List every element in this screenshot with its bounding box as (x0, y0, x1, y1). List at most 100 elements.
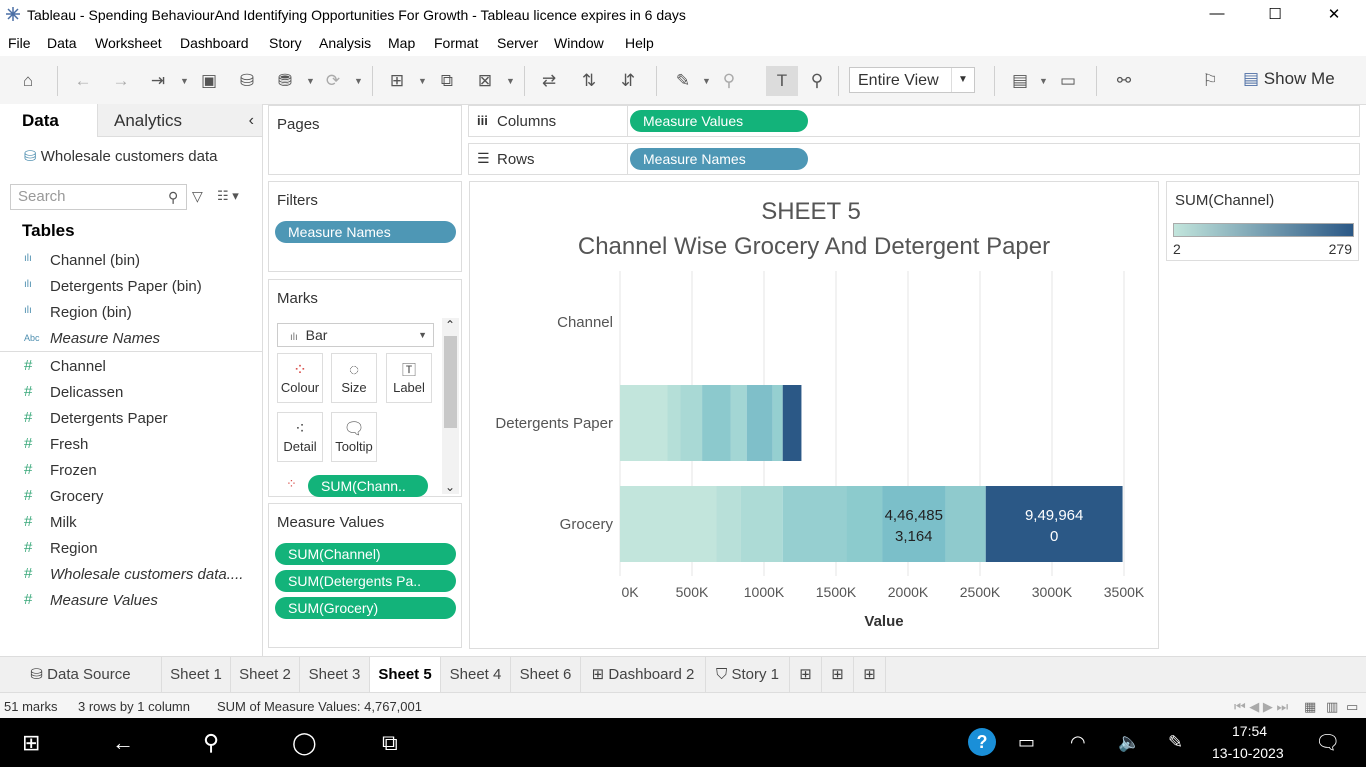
columns-pill-measure-values[interactable]: Measure Values (630, 110, 808, 132)
bar-segment[interactable] (782, 385, 802, 461)
marks-scrollbar[interactable]: ⌃ ⌄ (442, 318, 459, 494)
sort-ascending-icon[interactable]: ⇅ (578, 70, 600, 92)
sort-descending-icon[interactable]: ⇵ (617, 70, 639, 92)
menu-dashboard[interactable]: Dashboard (180, 35, 249, 51)
scroll-down-icon[interactable]: ⌄ (445, 480, 455, 494)
field-channel[interactable]: # Channel (0, 354, 262, 380)
tab-sheet-5[interactable]: Sheet 5 (370, 657, 441, 693)
help-icon[interactable]: ? (968, 728, 996, 756)
scroll-up-icon[interactable]: ⌃ (445, 318, 455, 332)
menu-worksheet[interactable]: Worksheet (95, 35, 162, 51)
search-input[interactable]: Search (10, 184, 187, 210)
menu-analysis[interactable]: Analysis (319, 35, 371, 51)
menu-map[interactable]: Map (388, 35, 415, 51)
collapse-pane-icon[interactable]: ‹ (249, 104, 254, 138)
size-button[interactable]: ◌ Size (331, 353, 377, 403)
clock-date[interactable]: 13-10-2023 (1212, 745, 1284, 761)
close-button[interactable]: ✕ (1319, 5, 1349, 25)
presentation-mode-icon[interactable]: ▭ (1057, 70, 1079, 92)
menu-window[interactable]: Window (554, 35, 604, 51)
pen-icon[interactable]: ✎ (1168, 732, 1183, 753)
tab-sheet-4[interactable]: Sheet 4 (441, 657, 511, 693)
colour-button[interactable]: ⁘ Colour (277, 353, 323, 403)
view-options-icon[interactable]: ☷ ▾ (217, 188, 239, 204)
new-worksheet-icon[interactable]: ⊞ (386, 70, 408, 92)
colour-legend[interactable]: SUM(Channel) 2 279 (1166, 181, 1359, 261)
tab-dashboard-2[interactable]: ⊞ Dashboard 2 (581, 657, 706, 693)
label-button[interactable]: 🅃 Label (386, 353, 432, 403)
tab-sheet-1[interactable]: Sheet 1 (162, 657, 231, 693)
sheet-nav-icon[interactable]: ⏮ ◀ ▶ ⏭ (1234, 699, 1288, 715)
refresh-dropdown-icon[interactable]: ▼ (354, 76, 363, 86)
new-datasource-icon[interactable]: ⛁ (236, 70, 258, 92)
field-detergents-paper[interactable]: # Detergents Paper (0, 406, 262, 432)
clock-time[interactable]: 17:54 (1232, 723, 1267, 739)
clear-dropdown-icon[interactable]: ▼ (506, 76, 515, 86)
bar-segment[interactable] (702, 385, 731, 461)
field-grocery[interactable]: # Grocery (0, 484, 262, 510)
highlight-icon[interactable]: ✎ (672, 70, 694, 92)
bar-segment[interactable] (620, 486, 717, 562)
tabs-view-icon[interactable]: ▭ (1346, 699, 1358, 715)
marks-pill-sum-channel[interactable]: SUM(Chann.. (308, 475, 428, 497)
swap-rows-columns-icon[interactable]: ⇄ (538, 70, 560, 92)
field-wholesale-count[interactable]: # Wholesale customers data.... (0, 562, 262, 588)
group-members-icon[interactable]: ⚲ (718, 70, 740, 92)
menu-server[interactable]: Server (497, 35, 538, 51)
rows-shelf[interactable]: ☰ Rows Measure Names (468, 143, 1360, 175)
new-worksheet-tab-icon[interactable]: ⊞ (790, 657, 822, 693)
menu-story[interactable]: Story (269, 35, 302, 51)
bar-segment[interactable] (730, 385, 747, 461)
replay-icon[interactable]: ⇥ (147, 70, 169, 92)
minimize-button[interactable]: — (1202, 5, 1232, 25)
scrollbar-thumb[interactable] (444, 336, 457, 428)
field-region-bin[interactable]: ılı Region (bin) (0, 300, 262, 326)
field-detergents-paper-bin[interactable]: ılı Detergents Paper (bin) (0, 274, 262, 300)
tab-data-source[interactable]: ⛁ Data Source (0, 657, 162, 693)
tab-analytics[interactable]: Analytics ‹ (97, 104, 262, 137)
bar-segment[interactable] (716, 486, 741, 562)
back-arrow-icon[interactable]: ← (112, 730, 134, 756)
cortana-icon[interactable]: ◯ (292, 730, 317, 756)
detail-button[interactable]: ⁖ Detail (277, 412, 323, 462)
bar-segment[interactable] (667, 385, 681, 461)
field-region[interactable]: # Region (0, 536, 262, 562)
new-worksheet-dropdown-icon[interactable]: ▼ (418, 76, 427, 86)
undo-icon[interactable]: ← (72, 70, 94, 92)
search-icon[interactable]: ⚲ (203, 730, 219, 756)
tab-story-1[interactable]: ⛉ Story 1 (706, 657, 790, 693)
volume-icon[interactable]: 🔈 (1118, 732, 1140, 753)
new-story-tab-icon[interactable]: ⊞ (854, 657, 886, 693)
share-icon[interactable]: ⚯ (1113, 70, 1135, 92)
menu-format[interactable]: Format (434, 35, 478, 51)
bar-segment[interactable] (882, 486, 946, 562)
pages-card[interactable]: Pages (268, 105, 462, 175)
filmstrip-icon[interactable]: ▥ (1326, 699, 1338, 715)
duplicate-sheet-icon[interactable]: ⧉ (436, 70, 458, 92)
cards-dropdown-icon[interactable]: ▼ (1039, 76, 1048, 86)
tab-sheet-6[interactable]: Sheet 6 (511, 657, 581, 693)
datasource-item[interactable]: ⛁ Wholesale customers data (24, 147, 218, 165)
bar-chart[interactable]: SHEET 5 Channel Wise Grocery And Deterge… (469, 181, 1159, 649)
mark-type-dropdown[interactable]: ılı Bar ▼ (277, 323, 434, 347)
fix-axes-icon[interactable]: ⚲ (806, 70, 828, 92)
field-frozen[interactable]: # Frozen (0, 458, 262, 484)
tab-sheet-3[interactable]: Sheet 3 (300, 657, 370, 693)
bar-segment[interactable] (782, 486, 847, 562)
field-measure-values[interactable]: # Measure Values (0, 588, 262, 614)
clear-sheet-icon[interactable]: ⊠ (474, 70, 496, 92)
highlight-dropdown-icon[interactable]: ▼ (702, 76, 711, 86)
tab-sheet-2[interactable]: Sheet 2 (231, 657, 300, 693)
bar-segment[interactable] (985, 486, 1123, 562)
field-milk[interactable]: # Milk (0, 510, 262, 536)
pause-dropdown-icon[interactable]: ▼ (306, 76, 315, 86)
new-dashboard-tab-icon[interactable]: ⊞ (822, 657, 854, 693)
paintbrush-icon[interactable]: ⚐ (1199, 70, 1221, 92)
show-me-button[interactable]: ▤ Show Me (1243, 69, 1335, 89)
search-icon[interactable]: ⚲ (168, 189, 178, 206)
menu-data[interactable]: Data (47, 35, 77, 51)
tab-data[interactable]: Data (0, 104, 97, 137)
replay-dropdown-icon[interactable]: ▼ (180, 76, 189, 86)
bar-segment[interactable] (620, 385, 668, 461)
rows-pill-measure-names[interactable]: Measure Names (630, 148, 808, 170)
